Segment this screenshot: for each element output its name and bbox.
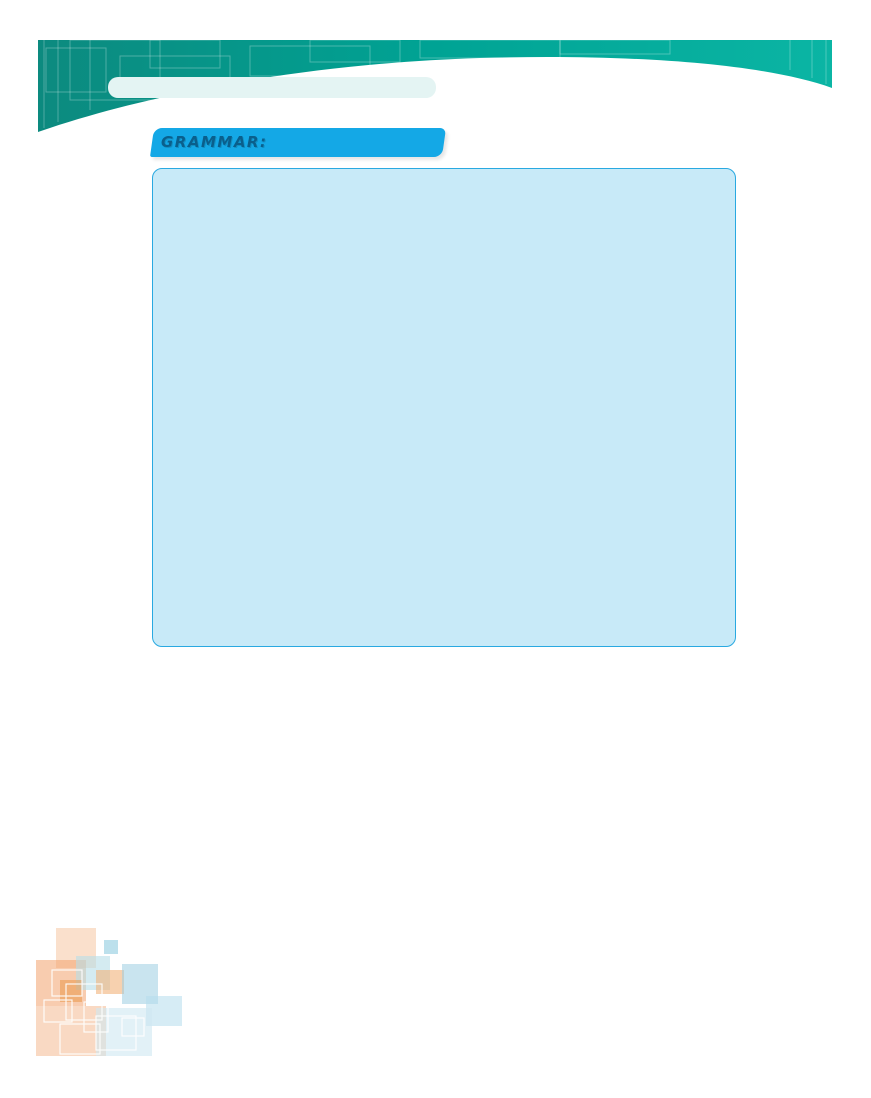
grammar-content-box	[152, 168, 736, 647]
section-heading: GRAMMAR:	[161, 133, 268, 151]
chapter-title-bar	[108, 77, 436, 98]
colored-squares-pattern	[36, 928, 182, 1056]
header-band	[38, 39, 832, 132]
